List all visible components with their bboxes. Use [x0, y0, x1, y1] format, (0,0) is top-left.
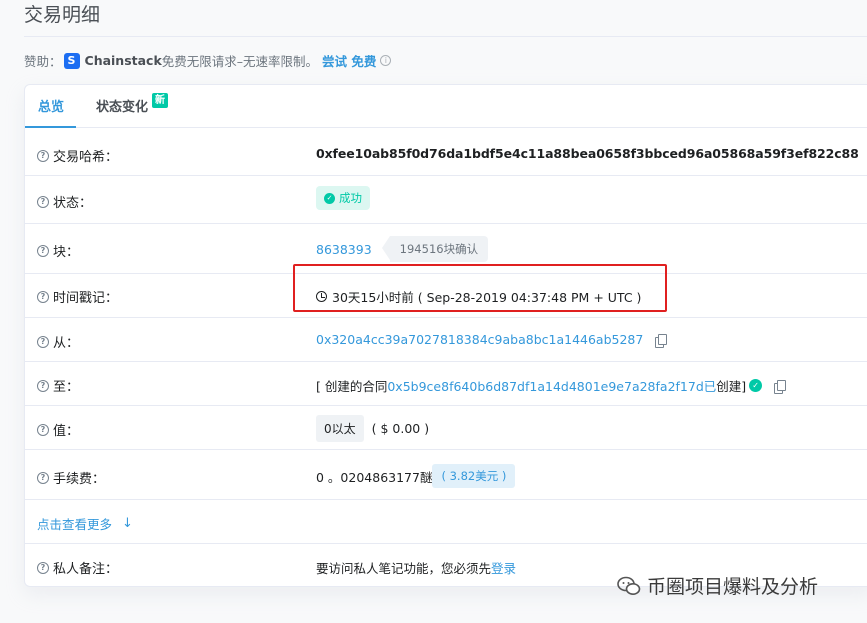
tx-hash-label-text: 交易哈希：	[53, 150, 119, 165]
note-label: ? 私人备注：	[37, 558, 118, 577]
status-value: ✓ 成功	[316, 186, 370, 210]
arrow-down-icon: ↓	[122, 516, 133, 531]
question-icon[interactable]: ?	[37, 195, 49, 208]
status-label-text: 状态：	[53, 196, 93, 211]
fee-amount: 0 。0204863177醚	[316, 469, 433, 485]
question-icon[interactable]: ?	[37, 290, 49, 303]
page-title: 交易明细	[24, 4, 101, 26]
copy-icon[interactable]	[774, 379, 787, 394]
watermark-text: 币圈项目爆料及分析	[647, 576, 819, 598]
timestamp-label: ? 时间戳记：	[37, 287, 118, 306]
chainstack-logo-icon: S	[63, 52, 80, 69]
tx-hash-value: 0xfee10ab85f0d76da1bdf5e4c11a88bea0658f3…	[316, 146, 867, 161]
highlight-box	[293, 264, 667, 312]
status-badge: ✓ 成功	[316, 186, 370, 210]
contract-address-link[interactable]: 0x5b9ce8f640b6d87df1a14d4801e9e7a28fa2f1…	[387, 376, 716, 395]
tab-state-changes[interactable]: 状态变化 新	[96, 93, 168, 115]
from-label-text: 从：	[53, 336, 80, 351]
to-label: ? 至：	[37, 376, 79, 395]
info-icon[interactable]: i	[380, 55, 392, 66]
fee-value: 0 。0204863177醚 ( 3.82美元 )	[316, 464, 516, 488]
sponsor-brand: Chainstack	[84, 53, 162, 68]
value-label: ? 值：	[37, 420, 79, 439]
sponsor-try-free-link[interactable]: 尝试 免费	[322, 51, 376, 70]
transaction-card: 总览 状态变化 新 ? 交易哈希： 0xfee10ab85f0d76da1bdf…	[24, 84, 867, 587]
fee-label-text: 手续费：	[53, 472, 106, 487]
note-text: 要访问私人笔记功能，您必须先	[316, 561, 492, 576]
to-suffix-text: 创建]	[716, 379, 747, 394]
row-tx-hash: ? 交易哈希： 0xfee10ab85f0d76da1bdf5e4c11a88b…	[25, 129, 867, 176]
row-timestamp: ? 时间戳记： 30天15小时前 ( Sep-28-2019 04:37:48 …	[25, 264, 867, 318]
from-address-link[interactable]: 0x320a4cc39a7027818384c9aba8bc1a1446ab52…	[316, 332, 643, 347]
new-badge: 新	[152, 93, 168, 108]
tx-hash-label: ? 交易哈希：	[37, 146, 118, 165]
timestamp-label-text: 时间戳记：	[53, 291, 119, 306]
tab-state-changes-label: 状态变化	[96, 100, 149, 115]
block-confirmations-badge: 194516块确认	[381, 236, 489, 262]
usd-amount: ( $ 0.00 )	[371, 421, 430, 436]
question-icon[interactable]: ?	[37, 471, 49, 484]
value-label-text: 值：	[53, 424, 80, 439]
to-label-text: 至：	[53, 380, 80, 395]
fee-label: ? 手续费：	[37, 468, 105, 487]
question-icon[interactable]: ?	[37, 561, 49, 574]
active-tab-indicator	[25, 126, 76, 128]
verified-check-icon: ✓	[749, 379, 763, 392]
question-icon[interactable]: ?	[37, 379, 49, 392]
block-label: ? 块：	[37, 241, 79, 260]
question-icon[interactable]: ?	[37, 335, 49, 348]
fee-usd-badge: ( 3.82美元 )	[432, 464, 516, 488]
title-divider	[24, 36, 867, 37]
ether-amount-badge: 0以太	[316, 415, 364, 442]
see-more-label: 点击查看更多	[37, 517, 113, 532]
block-label-text: 块：	[53, 245, 80, 260]
copy-icon[interactable]	[655, 333, 668, 348]
wechat-icon	[617, 576, 641, 595]
row-status: ? 状态： ✓ 成功	[25, 176, 867, 224]
row-from: ? 从： 0x320a4cc39a7027818384c9aba8bc1a144…	[25, 318, 867, 362]
watermark: 币圈项目爆料及分析	[617, 572, 818, 599]
tab-overview[interactable]: 总览	[38, 96, 64, 115]
sponsor-text: 免费无限请求–无速率限制。	[161, 54, 319, 69]
status-label: ? 状态：	[37, 192, 92, 211]
block-number-link[interactable]: 8638393	[316, 242, 372, 257]
row-more: 点击查看更多 ↓	[25, 500, 867, 544]
question-icon[interactable]: ?	[37, 423, 49, 436]
row-to: ? 至： [ 创建的合同 0x5b9ce8f640b6d87df1a14d480…	[25, 362, 867, 406]
question-icon[interactable]: ?	[37, 149, 49, 162]
tx-hash-text: 0xfee10ab85f0d76da1bdf5e4c11a88bea0658f3…	[316, 146, 859, 161]
note-label-text: 私人备注：	[53, 562, 119, 577]
to-value: [ 创建的合同 0x5b9ce8f640b6d87df1a14d4801e9e7…	[316, 376, 787, 395]
sponsor-prefix: 赞助：	[24, 54, 62, 69]
sponsor-banner: 赞助： S Chainstack 免费无限请求–无速率限制。 尝试 免费 i	[24, 51, 392, 70]
from-value: 0x320a4cc39a7027818384c9aba8bc1a1446ab52…	[316, 332, 668, 348]
from-label: ? 从：	[37, 332, 79, 351]
block-value: 8638393 194516块确认	[316, 236, 489, 262]
login-link[interactable]: 登录	[491, 558, 516, 577]
value-value: 0以太 ( $ 0.00 )	[316, 415, 429, 442]
row-value: ? 值： 0以太 ( $ 0.00 )	[25, 406, 867, 450]
check-circle-icon: ✓	[324, 192, 335, 204]
row-fee: ? 手续费： 0 。0204863177醚 ( 3.82美元 )	[25, 450, 867, 500]
tab-bar: 总览 状态变化 新	[25, 85, 867, 128]
to-prefix-text: [ 创建的合同	[316, 379, 388, 394]
status-badge-text: 成功	[339, 191, 362, 205]
see-more-link[interactable]: 点击查看更多 ↓	[37, 514, 133, 533]
note-value: 要访问私人笔记功能，您必须先 登录	[316, 558, 516, 577]
question-icon[interactable]: ?	[37, 244, 49, 257]
